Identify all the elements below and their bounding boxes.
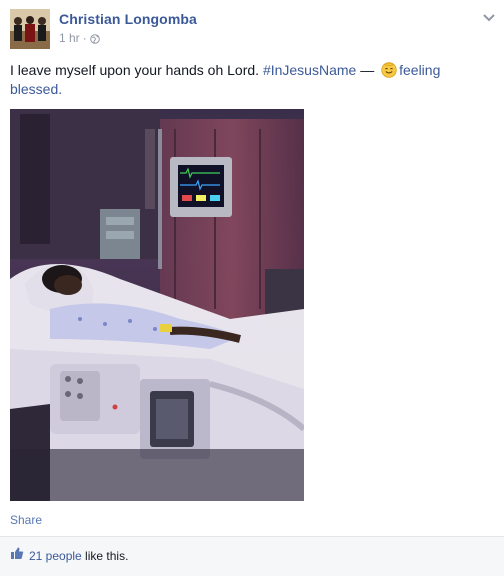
meta-separator: · <box>82 31 87 45</box>
chevron-down-icon[interactable] <box>482 10 496 22</box>
likes-bar: 21 people like this. <box>0 536 504 576</box>
feeling-value[interactable]: blessed. <box>10 81 62 97</box>
feed-post: Christian Longomba 1 hr · I leave myself… <box>0 0 504 576</box>
likes-count-link[interactable]: 21 people <box>29 549 82 563</box>
author-name-link[interactable]: Christian Longomba <box>59 11 197 27</box>
post-photo[interactable] <box>10 109 304 501</box>
status-text: I leave myself upon your hands oh Lord. <box>10 62 263 78</box>
hashtag-link[interactable]: #InJesusName <box>263 62 356 78</box>
smiling-emoji-icon <box>381 62 397 78</box>
status-message: I leave myself upon your hands oh Lord. … <box>10 61 480 99</box>
thumbs-up-icon[interactable] <box>10 546 24 560</box>
share-link[interactable]: Share <box>10 513 42 527</box>
status-dash: — <box>356 62 379 78</box>
likes-summary: 21 people like this. <box>29 549 128 563</box>
post-timestamp[interactable]: 1 hr <box>59 31 80 45</box>
feeling-label[interactable]: feeling <box>399 62 440 78</box>
globe-icon[interactable] <box>89 33 100 44</box>
post-meta: 1 hr · <box>59 31 100 45</box>
avatar[interactable] <box>10 9 50 49</box>
likes-suffix: like this. <box>81 549 129 563</box>
